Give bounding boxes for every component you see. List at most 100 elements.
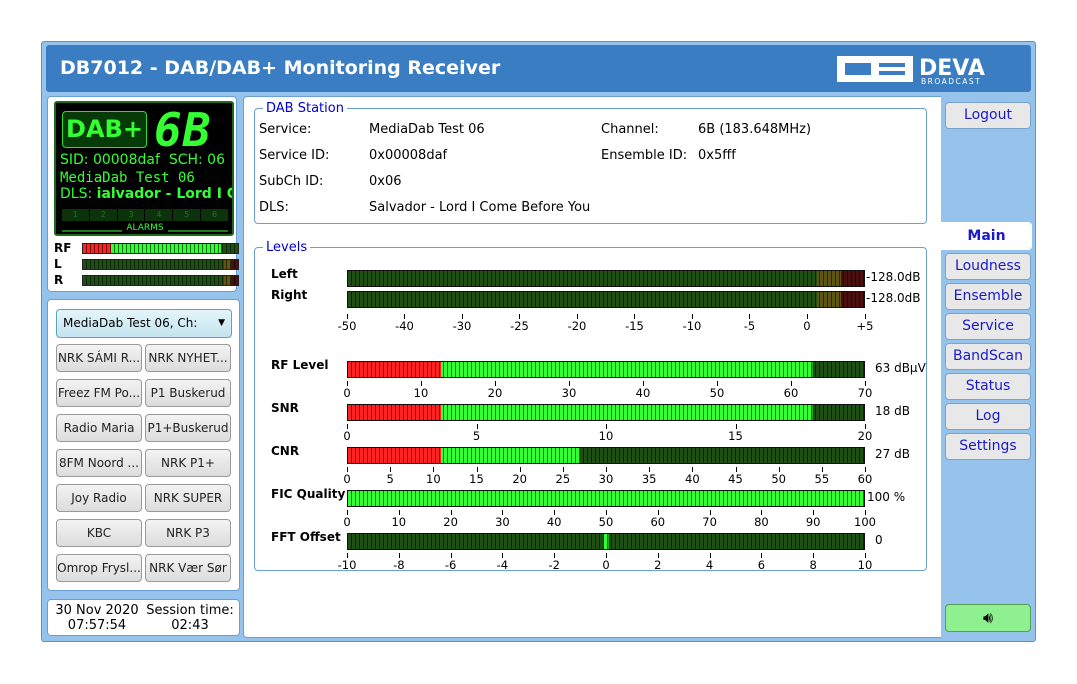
meter-value: 0 — [875, 533, 883, 547]
scale-tick-label: -10 — [682, 319, 702, 333]
meter-label: CNR — [271, 444, 300, 458]
meter-cnr — [347, 447, 865, 464]
header: DB7012 - DAB/DAB+ Monitoring Receiver DE… — [46, 45, 1031, 92]
nav-log[interactable]: Log — [945, 403, 1031, 430]
station-preset-button[interactable]: P1 Buskerud — [145, 379, 231, 407]
svg-text:BROADCAST: BROADCAST — [921, 77, 981, 86]
audio-meter-left — [347, 270, 865, 287]
scale-tick-label: 50 — [709, 386, 725, 400]
page-title: DB7012 - DAB/DAB+ Monitoring Receiver — [60, 57, 501, 79]
scale-tick-label: 0 — [343, 386, 351, 400]
station-field-value: 0x06 — [369, 174, 402, 189]
session-time: 02:43 — [171, 618, 209, 633]
mini-meter-r — [82, 275, 239, 286]
nav-service[interactable]: Service — [945, 313, 1031, 340]
dls-label: DLS: — [60, 186, 93, 202]
mini-meter-label: L — [54, 257, 62, 271]
audio-meter-right — [347, 291, 865, 308]
meter-label: SNR — [271, 401, 299, 415]
scale-tick-label: 30 — [598, 472, 614, 486]
dab-station-group: DAB Station Service: MediaDab Test 06 Serv… — [254, 101, 927, 224]
scale-tick-label: 25 — [555, 472, 571, 486]
scale-tick-label: 50 — [771, 472, 786, 486]
scale-tick-label: 20 — [487, 386, 503, 400]
station-preset-button[interactable]: 8FM Noord ... — [56, 449, 142, 477]
scale-tick-label: 30 — [561, 386, 577, 400]
scale-tick-label: 40 — [635, 386, 651, 400]
station-preset-button[interactable]: NRK SUPER — [145, 484, 231, 512]
station-preset-button[interactable]: NRK P1+ — [145, 449, 231, 477]
meter-scale: 0 5 10 15 20 25 30 35 40 45 50 55 60 — [343, 467, 872, 489]
station-field-label: DLS: — [259, 200, 289, 215]
station-select[interactable]: MediaDab Test 06, Ch: 6B,...▼ — [56, 309, 232, 357]
scale-tick-label: 20 — [857, 429, 873, 443]
mini-meter-l — [82, 259, 239, 270]
scale-tick-label: 60 — [783, 386, 799, 400]
station-field-label: SubCh ID: — [259, 174, 324, 189]
station-field-value: 0x5fff — [698, 148, 736, 163]
station-preset-button[interactable]: Omrop Frysl... — [56, 554, 142, 582]
meter-value: 27 dB — [875, 447, 910, 461]
scale-tick-label: 55 — [814, 472, 830, 486]
scale-tick-label: -6 — [444, 558, 457, 572]
scale-tick-label: -10 — [337, 558, 357, 572]
meter-value: 18 dB — [875, 404, 910, 418]
scale-tick-label: 40 — [546, 515, 562, 529]
scale-tick-label: 5 — [386, 472, 394, 486]
station-preset-button[interactable]: NRK Vær Sør — [145, 554, 231, 582]
scale-tick-label: 2 — [654, 558, 662, 572]
station-preset-button[interactable]: NRK NYHET... — [145, 344, 231, 372]
scale-tick-label: -8 — [393, 558, 405, 572]
station-preset-button[interactable]: Radio Maria — [56, 414, 142, 442]
meter-value: 63 dBµV — [875, 361, 926, 375]
nav-bandscan[interactable]: BandScan — [945, 343, 1031, 370]
scale-tick-label: 20 — [443, 515, 458, 529]
station-field-value: MediaDab Test 06 — [369, 122, 485, 137]
station-preset-button[interactable]: NRK SÁMI R... — [56, 344, 142, 372]
scale-tick-label: -5 — [743, 319, 756, 333]
scale-tick-label: 15 — [469, 472, 484, 486]
scale-tick-label: -40 — [395, 319, 414, 333]
nav-loudness[interactable]: Loudness — [945, 253, 1031, 280]
scale-tick-label: -50 — [337, 319, 357, 333]
audio-meter-label: Right — [271, 288, 308, 302]
nav-status[interactable]: Status — [945, 373, 1031, 400]
scale-tick-label: 60 — [857, 472, 873, 486]
session-label: Session time: — [146, 603, 234, 618]
nav-settings[interactable]: Settings — [945, 433, 1031, 460]
scale-tick-label: -2 — [548, 558, 560, 572]
sound-button[interactable]: 🔊︎ — [945, 604, 1031, 632]
scale-tick-label: -15 — [625, 319, 644, 333]
station-preset-button[interactable]: P1+Buskerud — [145, 414, 231, 442]
alarm-indicators: 123456 — [62, 209, 228, 221]
audio-meter-value: -128.0dB — [866, 270, 921, 284]
lcd-display: DAB+ 6B SID: 00008daf SCH: 06 MediaDab T… — [54, 101, 234, 236]
scale-tick-label: 10 — [598, 429, 614, 443]
mini-meter-label: RF — [54, 241, 72, 255]
alarm-2: 2 — [89, 209, 117, 221]
meter-fft-offset — [347, 533, 865, 550]
scale-tick-label: 6 — [757, 558, 766, 572]
scale-tick-label: 0 — [343, 472, 351, 486]
scale-tick-label: 4 — [705, 558, 714, 572]
meter-rf-level — [347, 361, 865, 378]
alarm-6: 6 — [201, 209, 228, 221]
scale-tick-label: 35 — [641, 472, 657, 486]
scale-tick-label: 40 — [685, 472, 700, 486]
nav-ensemble[interactable]: Ensemble — [945, 283, 1031, 310]
tab-main[interactable]: Main — [941, 222, 1032, 250]
alarm-5: 5 — [173, 209, 201, 221]
logout-button[interactable]: Logout — [945, 102, 1031, 129]
station-field-value: Salvador - Lord I Come Before You — [369, 200, 591, 215]
station-preset-button[interactable]: Joy Radio — [56, 484, 142, 512]
scale-tick-label: 15 — [728, 429, 743, 443]
station-field-label: Service: — [259, 122, 312, 137]
station-preset-button[interactable]: NRK P3 — [145, 519, 231, 547]
station-preset-button[interactable]: KBC — [56, 519, 142, 547]
station-preset-button[interactable]: Freez FM Po... — [56, 379, 142, 407]
meter-scale: 0 5 10 15 20 — [343, 424, 872, 446]
status-display-panel: DAB+ 6B SID: 00008daf SCH: 06 MediaDab T… — [47, 96, 239, 292]
right-nav: Logout Main Loudness Ensemble Service BandS… — [941, 96, 1034, 638]
scale-tick-label: -4 — [496, 558, 509, 572]
scale-tick-label: 45 — [728, 472, 743, 486]
